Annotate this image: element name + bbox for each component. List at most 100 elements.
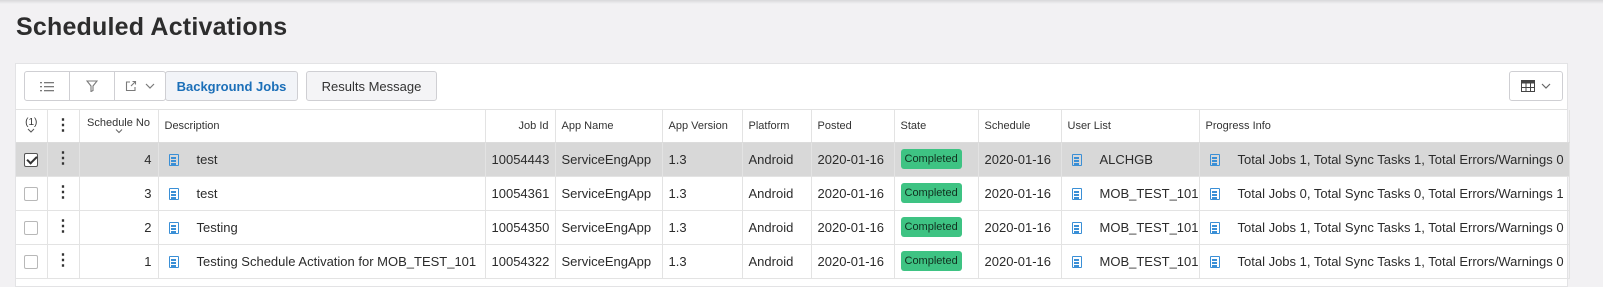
row-checkbox[interactable] [24,152,39,167]
kebab-icon: ⋮ [55,116,71,134]
progress-info-text: Total Jobs 1, Total Sync Tasks 1, Total … [1237,253,1564,269]
cell-progress-info: Total Jobs 0, Total Sync Tasks 0, Total … [1199,176,1570,211]
row-checkbox[interactable] [24,220,39,235]
cell-app-version: 1.3 [662,176,743,211]
column-chooser-button[interactable] [1509,71,1563,101]
filter-button[interactable] [70,72,115,100]
table-grid-icon [1521,80,1535,92]
cell-progress-info: Total Jobs 1, Total Sync Tasks 1, Total … [1199,244,1570,279]
cell-job-id: 10054350 [485,210,556,245]
progress-info-text: Total Jobs 1, Total Sync Tasks 1, Total … [1237,219,1564,235]
user-list-text: MOB_TEST_101 [1099,219,1199,235]
progress-info-text: Total Jobs 1, Total Sync Tasks 1, Total … [1237,151,1564,167]
filter-icon [86,80,98,92]
document-icon[interactable] [168,154,179,167]
export-button[interactable] [115,72,165,100]
document-icon[interactable] [1071,256,1082,269]
document-icon[interactable] [168,256,179,269]
cell-state: Completed [894,210,979,245]
col-app-name[interactable]: App Name [555,110,663,143]
document-icon[interactable] [1071,154,1082,167]
cell-description: Testing [158,210,486,245]
table-row[interactable]: ⋮ 2 Testing 10054350 ServiceEngApp 1.3 A… [16,210,1570,245]
toolbar: Background Jobs Results Message [16,64,1567,110]
col-app-version[interactable]: App Version [662,110,743,143]
col-user-list[interactable]: User List [1061,110,1200,143]
row-menu-header[interactable]: ⋮ [47,110,80,143]
cell-app-version: 1.3 [662,142,743,177]
table-row[interactable]: ⋮ 3 test 10054361 ServiceEngApp 1.3 Andr… [16,176,1570,211]
cell-platform: Android [742,210,812,245]
list-icon [40,81,54,91]
select-all-header[interactable]: (1) [16,110,48,143]
cell-schedule: 2020-01-16 [978,176,1062,211]
top-shadow [0,0,1603,4]
document-icon[interactable] [168,222,179,235]
col-progress-info[interactable]: Progress Info [1199,110,1570,143]
row-menu-button[interactable]: ⋮ [47,210,80,245]
cell-platform: Android [742,142,812,177]
cell-schedule: 2020-01-16 [978,210,1062,245]
results-message-button[interactable]: Results Message [306,71,437,101]
cell-state: Completed [894,244,979,279]
kebab-icon: ⋮ [55,252,71,269]
cell-job-id: 10054322 [485,244,556,279]
status-badge: Completed [900,183,962,203]
table-row[interactable]: ⋮ 4 test 10054443 ServiceEngApp 1.3 Andr… [16,142,1570,177]
cell-state: Completed [894,176,979,211]
cell-job-id: 10054443 [485,142,556,177]
col-schedule-no[interactable]: Schedule No [79,110,159,143]
progress-info-text: Total Jobs 0, Total Sync Tasks 0, Total … [1237,185,1564,201]
row-checkbox[interactable] [24,186,39,201]
description-text: test [196,151,218,167]
user-list-text: MOB_TEST_101 [1099,185,1199,201]
cell-platform: Android [742,244,812,279]
cell-schedule: 2020-01-16 [978,142,1062,177]
col-state[interactable]: State [894,110,979,143]
col-schedule-no-label: Schedule No [87,117,150,130]
col-description[interactable]: Description [158,110,486,143]
col-job-id[interactable]: Job Id [485,110,556,143]
document-icon[interactable] [1209,154,1220,167]
kebab-icon: ⋮ [55,184,71,201]
cell-app-name: ServiceEngApp [555,210,663,245]
description-text: test [196,185,218,201]
list-toggle-button[interactable] [25,72,70,100]
row-menu-button[interactable]: ⋮ [47,244,80,279]
selection-count: (1) [25,117,38,129]
cell-schedule-no: 4 [79,142,159,177]
cell-schedule-no: 2 [79,210,159,245]
kebab-icon: ⋮ [55,150,71,167]
document-icon[interactable] [1209,188,1220,201]
chevron-down-icon [145,83,155,89]
document-icon[interactable] [1071,222,1082,235]
cell-job-id: 10054361 [485,176,556,211]
document-icon[interactable] [1209,222,1220,235]
toolbar-button-group [24,71,166,101]
chevron-down-icon [27,128,35,133]
cell-posted: 2020-01-16 [811,142,895,177]
cell-app-version: 1.3 [662,244,743,279]
status-badge: Completed [900,217,962,237]
background-jobs-button[interactable]: Background Jobs [165,71,298,101]
kebab-icon: ⋮ [55,218,71,235]
export-icon [125,80,137,92]
status-badge: Completed [900,149,962,169]
document-icon[interactable] [168,188,179,201]
table-row[interactable]: ⋮ 1 Testing Schedule Activation for MOB_… [16,244,1570,279]
document-icon[interactable] [1071,188,1082,201]
cell-posted: 2020-01-16 [811,176,895,211]
cell-progress-info: Total Jobs 1, Total Sync Tasks 1, Total … [1199,210,1570,245]
cell-description: test [158,142,486,177]
col-schedule[interactable]: Schedule [978,110,1062,143]
row-checkbox[interactable] [24,254,39,269]
document-icon[interactable] [1209,256,1220,269]
status-badge: Completed [900,251,962,271]
col-posted[interactable]: Posted [811,110,895,143]
activations-table: (1) ⋮ Schedule No Description Job Id App… [16,110,1570,279]
row-menu-button[interactable]: ⋮ [47,142,80,177]
col-platform[interactable]: Platform [742,110,812,143]
cell-app-name: ServiceEngApp [555,176,663,211]
row-menu-button[interactable]: ⋮ [47,176,80,211]
cell-user-list: MOB_TEST_101 [1061,210,1200,245]
